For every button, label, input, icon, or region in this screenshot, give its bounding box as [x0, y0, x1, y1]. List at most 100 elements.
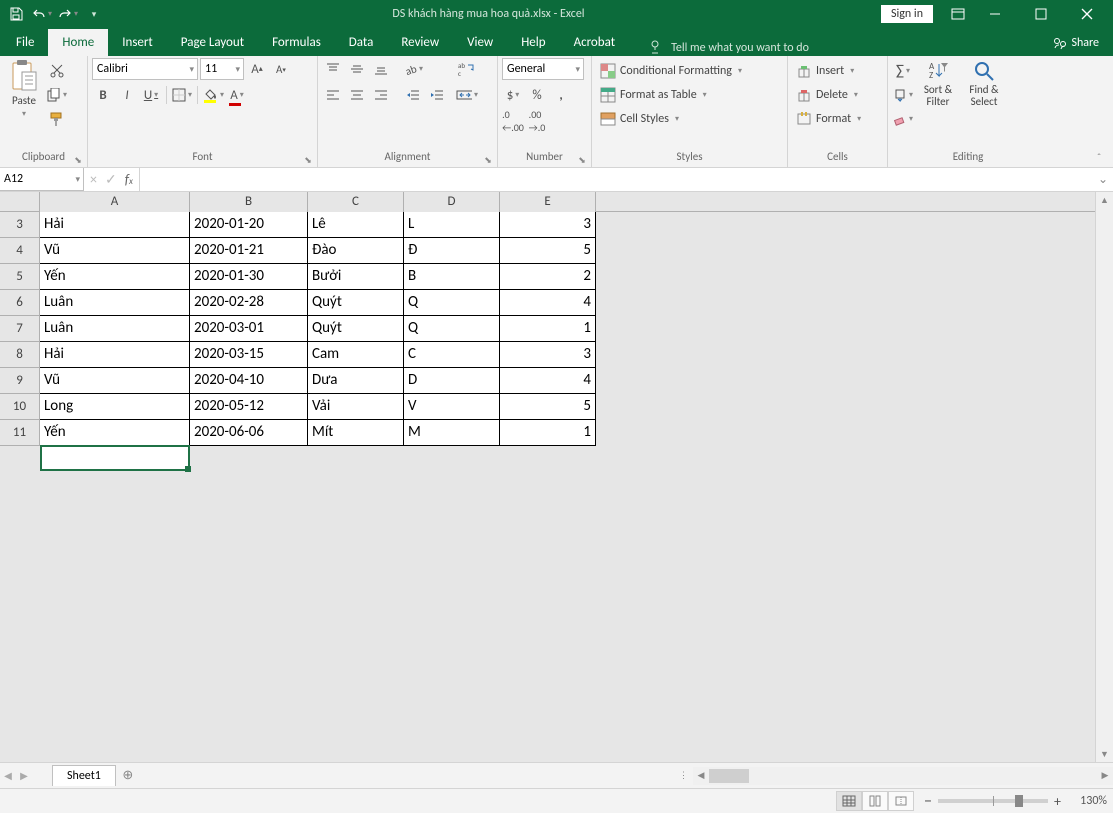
cell[interactable]: Mít — [308, 420, 404, 446]
fill-color-button[interactable] — [202, 84, 224, 106]
find-select-button[interactable]: Find & Select — [962, 58, 1006, 108]
cell[interactable]: 2020-01-21 — [190, 238, 308, 264]
format-painter-button[interactable] — [46, 108, 68, 130]
grid[interactable]: ABCDE3Hải2020-01-20LêL34Vũ2020-01-21ĐàoĐ… — [0, 192, 1095, 762]
insert-function-icon[interactable]: fx — [125, 171, 133, 188]
row-header[interactable]: 7 — [0, 316, 40, 342]
cell[interactable]: Q — [404, 290, 500, 316]
cell[interactable]: Bưởi — [308, 264, 404, 290]
alignment-launcher[interactable]: ⬊ — [481, 153, 495, 167]
font-size-select[interactable]: 11 — [200, 58, 244, 80]
view-pagebreak-icon[interactable] — [888, 791, 914, 811]
qat-customize[interactable]: ▾ — [82, 2, 106, 26]
cell[interactable]: 4 — [500, 368, 596, 394]
cell[interactable]: Hải — [40, 342, 190, 368]
col-header[interactable]: D — [404, 192, 500, 212]
cell[interactable]: Lê — [308, 212, 404, 238]
cell[interactable]: 4 — [500, 290, 596, 316]
cell[interactable]: 2020-01-20 — [190, 212, 308, 238]
orientation-button[interactable]: ab — [402, 58, 424, 80]
align-left-icon[interactable] — [322, 84, 344, 106]
share-button[interactable]: Share — [1041, 30, 1111, 56]
fill-button[interactable] — [892, 84, 914, 106]
cell[interactable]: Cam — [308, 342, 404, 368]
cell-styles-button[interactable]: Cell Styles — [596, 108, 746, 130]
minimize-button[interactable] — [973, 0, 1017, 28]
cell[interactable]: Đ — [404, 238, 500, 264]
name-box[interactable]: A12 — [0, 168, 84, 191]
italic-button[interactable]: I — [116, 84, 138, 106]
cell[interactable]: Quýt — [308, 316, 404, 342]
view-pagelayout-icon[interactable] — [862, 791, 888, 811]
align-bottom-icon[interactable] — [370, 58, 392, 80]
format-as-table-button[interactable]: Format as Table — [596, 84, 746, 106]
maximize-button[interactable] — [1019, 0, 1063, 28]
tab-file[interactable]: File — [2, 29, 48, 56]
decrease-font-icon[interactable]: A▾ — [270, 58, 292, 80]
cell[interactable]: Q — [404, 316, 500, 342]
cut-button[interactable] — [46, 60, 68, 82]
redo-button[interactable] — [56, 2, 80, 26]
row-header[interactable]: 8 — [0, 342, 40, 368]
close-button[interactable] — [1065, 0, 1109, 28]
cell[interactable]: 3 — [500, 212, 596, 238]
row-header[interactable]: 10 — [0, 394, 40, 420]
selected-cell[interactable] — [40, 445, 190, 471]
font-color-button[interactable]: A — [226, 84, 248, 106]
tab-review[interactable]: Review — [387, 29, 453, 56]
decrease-indent-icon[interactable] — [402, 84, 424, 106]
row-header[interactable]: 6 — [0, 290, 40, 316]
cell[interactable]: 1 — [500, 316, 596, 342]
new-sheet-button[interactable]: ⊕ — [116, 768, 140, 783]
underline-button[interactable]: U — [140, 84, 162, 106]
fill-handle[interactable] — [185, 466, 191, 472]
cell[interactable]: M — [404, 420, 500, 446]
cell[interactable]: Yến — [40, 264, 190, 290]
collapse-ribbon-icon[interactable]: ˆ — [1089, 149, 1109, 165]
cell[interactable]: V — [404, 394, 500, 420]
vertical-scrollbar[interactable]: ▲ ▼ — [1095, 192, 1113, 762]
comma-format-icon[interactable]: , — [550, 84, 572, 106]
tab-view[interactable]: View — [453, 29, 507, 56]
increase-font-icon[interactable]: A▴ — [246, 58, 268, 80]
delete-cells-button[interactable]: Delete — [792, 84, 865, 106]
row-header[interactable]: 4 — [0, 238, 40, 264]
cell[interactable]: Vũ — [40, 368, 190, 394]
cell[interactable]: 3 — [500, 342, 596, 368]
bold-button[interactable]: B — [92, 84, 114, 106]
cell[interactable]: Quýt — [308, 290, 404, 316]
merge-center-button[interactable] — [456, 84, 478, 106]
cell[interactable]: L — [404, 212, 500, 238]
font-name-select[interactable]: Calibri — [92, 58, 198, 80]
cell[interactable]: Vải — [308, 394, 404, 420]
row-header[interactable]: 9 — [0, 368, 40, 394]
cell[interactable]: 2020-06-06 — [190, 420, 308, 446]
paste-button[interactable]: Paste ▾ — [4, 58, 44, 119]
cell[interactable]: Vũ — [40, 238, 190, 264]
sort-filter-button[interactable]: AZ Sort & Filter — [916, 58, 960, 108]
increase-decimal-icon[interactable]: .0←.00 — [502, 110, 524, 132]
format-cells-button[interactable]: Format — [792, 108, 865, 130]
cell[interactable]: B — [404, 264, 500, 290]
tell-me-box[interactable]: Tell me what you want to do — [649, 40, 809, 56]
cell[interactable]: 2020-03-01 — [190, 316, 308, 342]
enter-formula-icon[interactable]: ✓ — [105, 171, 117, 188]
cell[interactable]: 2020-05-12 — [190, 394, 308, 420]
row-header[interactable]: 11 — [0, 420, 40, 446]
zoom-out-button[interactable]: − — [924, 792, 932, 811]
sheet-nav-next-icon[interactable]: ▶ — [16, 769, 32, 782]
number-format-select[interactable]: General — [502, 58, 584, 80]
cell[interactable]: C — [404, 342, 500, 368]
cancel-formula-icon[interactable]: × — [90, 171, 97, 188]
tab-home[interactable]: Home — [48, 29, 108, 56]
cell[interactable]: 2020-01-30 — [190, 264, 308, 290]
align-center-icon[interactable] — [346, 84, 368, 106]
tab-formulas[interactable]: Formulas — [258, 29, 335, 56]
ribbon-display-options[interactable] — [943, 0, 973, 28]
cell[interactable]: Long — [40, 394, 190, 420]
zoom-slider[interactable] — [938, 799, 1048, 803]
border-button[interactable] — [171, 84, 193, 106]
clipboard-launcher[interactable]: ⬊ — [71, 153, 85, 167]
tab-acrobat[interactable]: Acrobat — [560, 29, 630, 56]
copy-button[interactable] — [46, 84, 68, 106]
